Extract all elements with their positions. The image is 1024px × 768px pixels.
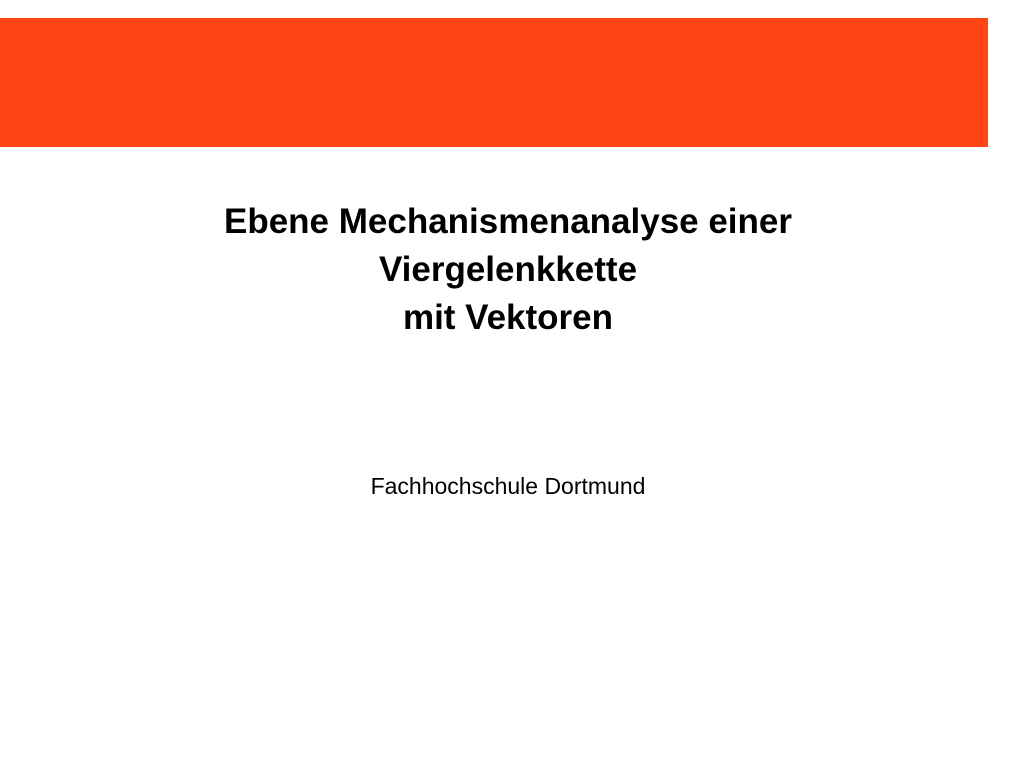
presentation-slide: Ebene Mechanismenanalyse einer Viergelen… — [0, 0, 1024, 768]
title-line-2: Viergelenkkette — [378, 250, 638, 289]
title-line-3: mit Vektoren — [402, 298, 614, 337]
slide-title: Ebene Mechanismenanalyse einer Viergelen… — [0, 198, 1016, 342]
institution-subtitle: Fachhochschule Dortmund — [370, 473, 646, 499]
header-banner — [0, 18, 988, 147]
title-line-1: Ebene Mechanismenanalyse einer — [223, 202, 793, 241]
